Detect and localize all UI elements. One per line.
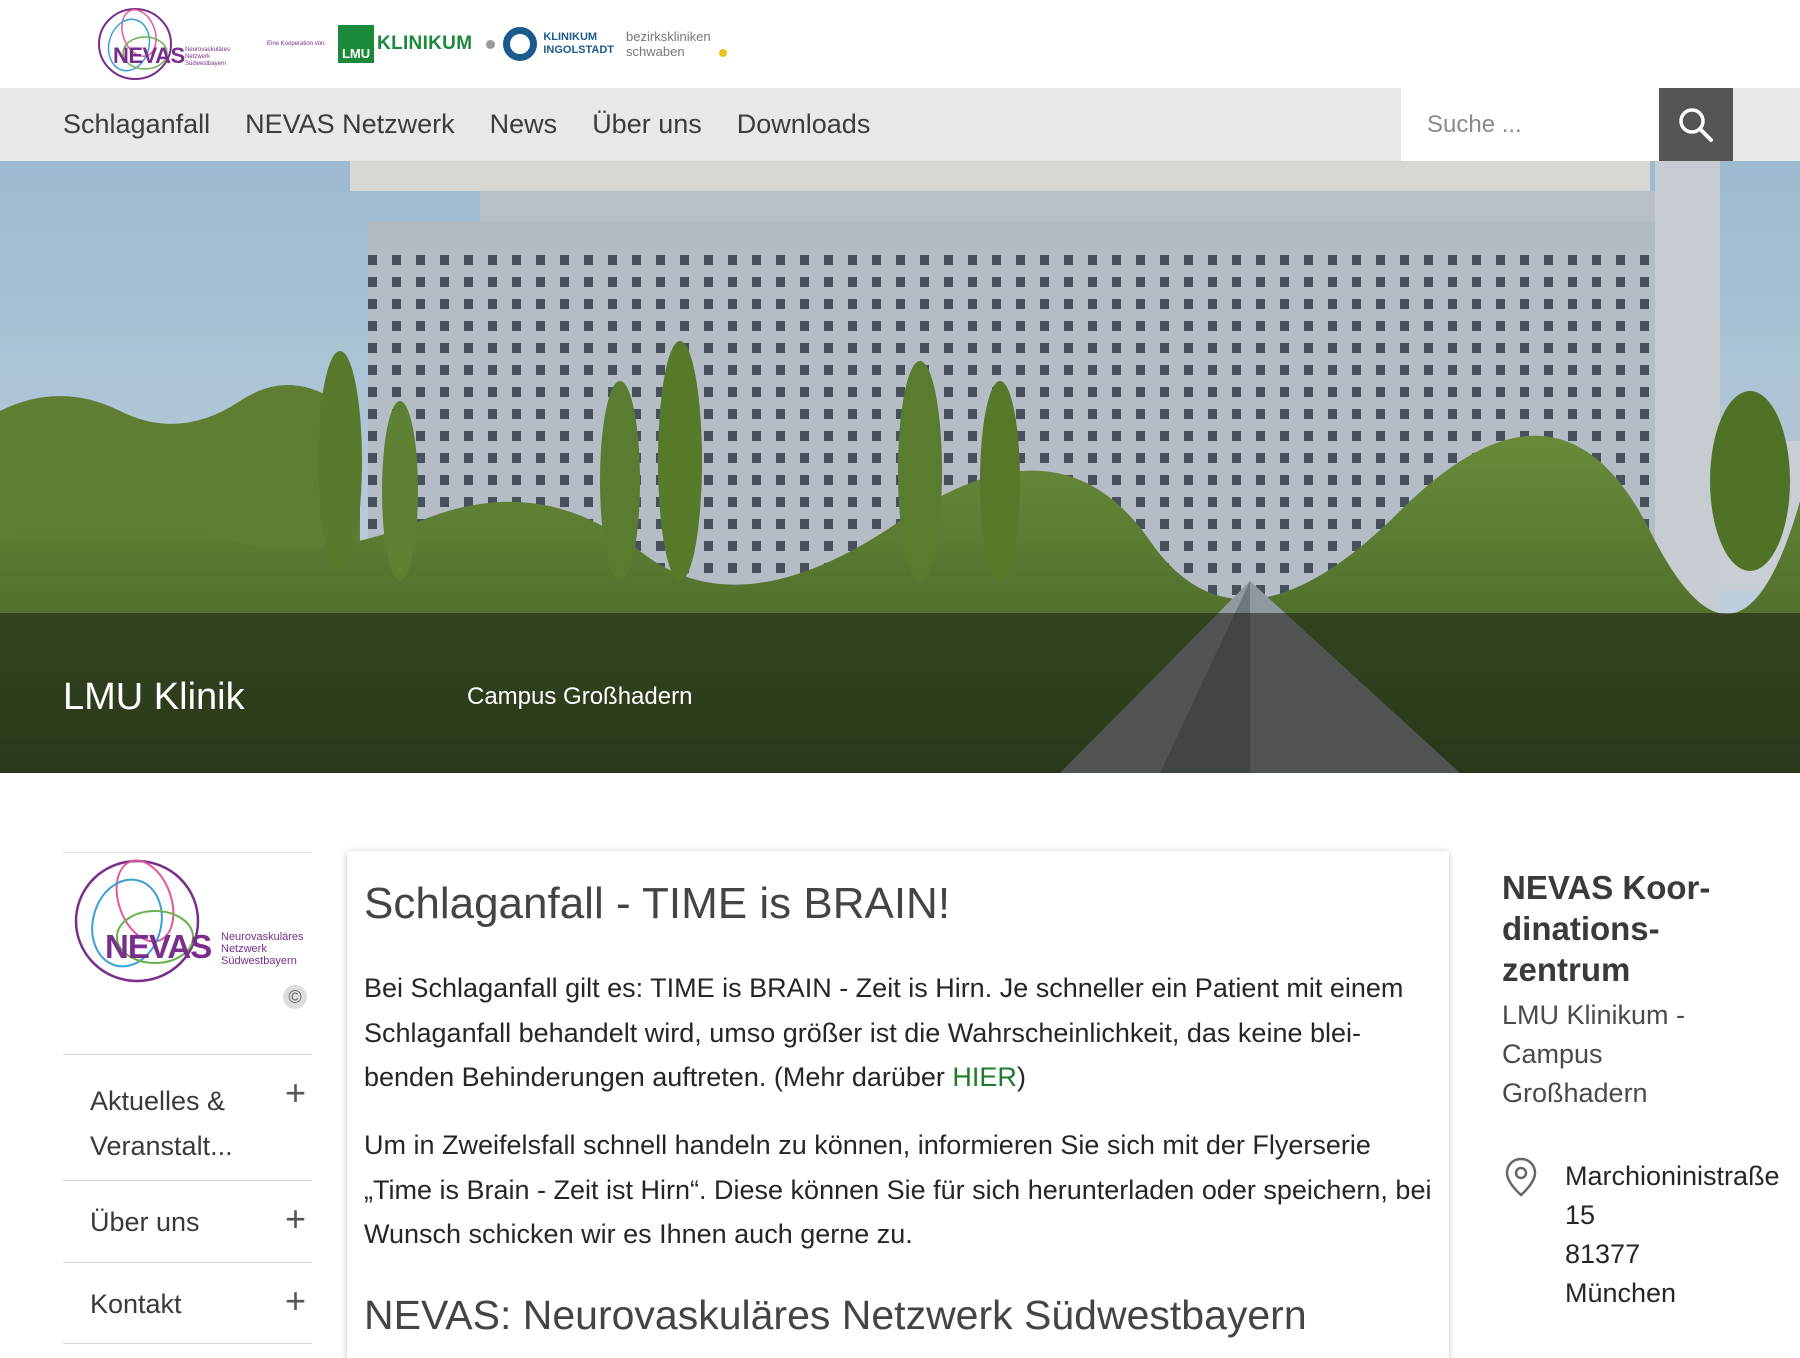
bezirk-line-1: bezirkskliniken <box>626 29 711 44</box>
lmu-klinikum-text: KLINIKUM <box>377 33 473 54</box>
bezirk-dot-icon <box>718 49 727 57</box>
sidebar-logo-subtitle: Neurovaskuläres Netzwerk Südwestbayern <box>221 931 304 967</box>
search-icon <box>1679 107 1713 142</box>
logo-separator-dot <box>486 39 496 49</box>
sidebar-nevas-logo[interactable]: NEVAS Neurovaskuläres Netzwerk Südwestba… <box>63 852 312 1054</box>
search-button[interactable] <box>1659 88 1733 161</box>
partner-logos: NEVAS Neurovaskuläres Netzwerk Südwestba… <box>95 0 735 88</box>
header-logo-bar: NEVAS Neurovaskuläres Netzwerk Südwestba… <box>0 0 1800 88</box>
title-line-1: NEVAS Koor- <box>1502 869 1711 906</box>
coordination-center-location: LMU Klinikum - Campus Großhadern <box>1502 996 1800 1113</box>
ingolstadt-ring-icon <box>503 27 538 61</box>
coordination-center-title: NEVAS Koor- dinations- zentrum <box>1502 867 1800 990</box>
title-line-2: dinations- <box>1502 910 1660 947</box>
sidebar-item-ueber-uns[interactable]: Über uns + <box>63 1180 312 1262</box>
expand-plus-icon[interactable]: + <box>285 1075 306 1111</box>
nav-item-schlaganfall[interactable]: Schlaganfall <box>63 109 210 140</box>
left-sidebar: NEVAS Neurovaskuläres Netzwerk Südwestba… <box>63 852 312 1344</box>
kooperation-label: Eine Kooperation von: <box>267 41 327 47</box>
section-heading: NEVAS: Neurovaskuläres Netzwerk Südwestb… <box>364 1292 1307 1338</box>
ingolstadt-line-1: KLINIKUM <box>543 31 598 43</box>
location-line-1: LMU Klinikum - <box>1502 1000 1686 1030</box>
nevas-logo-text: NEVAS <box>113 43 185 68</box>
location-pin-icon <box>1505 1157 1537 1197</box>
main-navigation: Schlaganfall NEVAS Netzwerk News Über un… <box>0 88 1800 161</box>
nav-menu: Schlaganfall NEVAS Netzwerk News Über un… <box>63 88 905 161</box>
lmu-klinikum-logo[interactable]: LMU KLINIKUM <box>338 24 472 64</box>
hero-caption-band <box>0 613 1800 773</box>
sidebar-logo-text: NEVAS <box>105 928 212 965</box>
sidebar-item-label: Über uns <box>90 1207 200 1237</box>
article-paragraph-2: Um in Zweifelsfall schnell handeln zu kö… <box>364 1130 1432 1249</box>
hero-banner: LMU Klinik Campus Großhadern <box>0 161 1800 773</box>
bezirkskliniken-logo[interactable]: bezirkskliniken schwaben <box>626 29 735 59</box>
address-number: 15 <box>1565 1200 1596 1230</box>
article-title: Schlaganfall - TIME is BRAIN! <box>364 879 951 928</box>
nav-item-downloads[interactable]: Downloads <box>737 109 871 140</box>
hero-title: LMU Klinik <box>63 676 245 718</box>
nevas-logo-subtitle: Neurovaskuläres Netzwerk Südwestbayern <box>185 47 231 67</box>
sidebar-item-kontakt[interactable]: Kontakt + <box>63 1262 312 1344</box>
lmu-box: LMU <box>338 25 375 63</box>
nav-item-nevas-netzwerk[interactable]: NEVAS Netzwerk <box>245 109 455 140</box>
paragraph-1-text: Bei Schlaganfall gilt es: TIME is BRAIN … <box>364 973 1404 1092</box>
address-zip: 81377 <box>1565 1239 1641 1269</box>
klinikum-ingolstadt-logo[interactable]: KLINIKUM INGOLSTADT <box>503 27 614 61</box>
location-line-3: Großhadern <box>1502 1078 1648 1108</box>
nevas-logo[interactable]: NEVAS Neurovaskuläres Netzwerk Südwestba… <box>95 5 265 83</box>
location-line-2: Campus <box>1502 1039 1603 1069</box>
address-city: München <box>1565 1278 1677 1308</box>
hero-subtitle: Campus Großhadern <box>467 683 693 710</box>
sidebar-item-label: Aktuelles & Veranstalt... <box>90 1086 233 1161</box>
search-input[interactable] <box>1401 88 1659 161</box>
bezirk-line-2: schwaben <box>626 44 685 59</box>
address-text: Marchioninistraße 15 81377 München <box>1565 1157 1780 1313</box>
right-sidebar-contact: NEVAS Koor- dinations- zentrum LMU Klini… <box>1502 867 1800 1308</box>
mehr-hier-link[interactable]: HIER <box>952 1062 1017 1092</box>
article-paragraph-1: Bei Schlaganfall gilt es: TIME is BRAIN … <box>364 966 1439 1100</box>
sidebar-item-label: Kontakt <box>90 1289 182 1319</box>
copyright-icon: © <box>283 985 307 1009</box>
nav-item-news[interactable]: News <box>490 109 558 140</box>
title-line-3: zentrum <box>1502 951 1631 988</box>
nav-item-ueber-uns[interactable]: Über uns <box>592 109 702 140</box>
paragraph-1-close: ) <box>1016 1062 1026 1092</box>
sidebar-item-aktuelles[interactable]: Aktuelles & Veranstalt... + <box>63 1054 312 1180</box>
expand-plus-icon[interactable]: + <box>285 1283 306 1319</box>
main-content-card: Schlaganfall - TIME is BRAIN! Bei Schlag… <box>347 851 1449 1358</box>
ingolstadt-text: KLINIKUM INGOLSTADT <box>543 31 614 57</box>
address-street: Marchioninistraße <box>1565 1161 1780 1191</box>
ingolstadt-line-2: INGOLSTADT <box>543 44 615 56</box>
expand-plus-icon[interactable]: + <box>285 1201 306 1237</box>
